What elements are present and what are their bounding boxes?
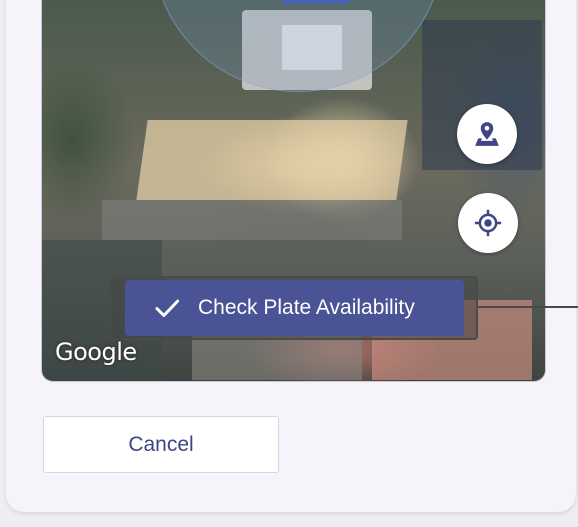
- callout-pointer-line: [477, 306, 578, 308]
- map-marker-edge: [282, 0, 350, 3]
- google-attribution: Google: [55, 338, 137, 366]
- cancel-button-label: Cancel: [128, 432, 194, 456]
- my-location-icon: [474, 209, 502, 237]
- check-plate-availability-label: Check Plate Availability: [198, 296, 415, 319]
- check-icon: [155, 299, 180, 317]
- map-terrain: [102, 200, 402, 240]
- selection-radius-circle: [152, 0, 444, 92]
- satellite-map[interactable]: Check Plate Availability Google: [41, 0, 546, 382]
- cancel-button[interactable]: Cancel: [43, 416, 279, 473]
- pin-location-button[interactable]: [457, 104, 517, 164]
- check-plate-availability-button[interactable]: Check Plate Availability: [125, 280, 464, 336]
- map-terrain: [136, 120, 408, 200]
- my-location-button[interactable]: [458, 193, 518, 253]
- map-pin-icon: [475, 122, 499, 146]
